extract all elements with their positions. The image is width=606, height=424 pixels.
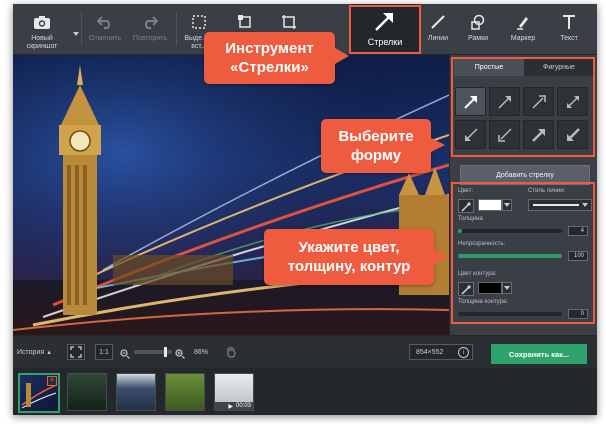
history-thumbnail[interactable]: × <box>18 373 60 413</box>
text-tool-label: Текст <box>560 35 578 42</box>
image-size-value: 854×552 <box>416 348 444 356</box>
tool-callout-pointer <box>335 48 349 64</box>
london-night-photo <box>13 55 449 335</box>
video-duration: 00:03 <box>235 403 251 409</box>
shapes-icon <box>468 12 488 32</box>
new-screenshot-label: Новый скриншот <box>26 35 58 50</box>
new-screenshot-dropdown-arrow[interactable] <box>73 32 79 36</box>
marker-tool-button[interactable]: Маркер <box>503 4 543 54</box>
camera-icon <box>32 12 52 32</box>
text-icon <box>559 12 579 32</box>
resize-icon <box>279 12 299 32</box>
hand-icon[interactable] <box>225 345 237 363</box>
fit-to-screen-button[interactable] <box>67 344 85 360</box>
marker-icon <box>513 12 533 32</box>
undo-icon <box>95 12 115 32</box>
properties-callout: Укажите цвет, толщину, контур <box>264 229 434 285</box>
image-size-field: 854×552 i <box>409 344 473 360</box>
image-canvas[interactable] <box>13 55 449 335</box>
select-icon <box>189 12 209 32</box>
history-toggle[interactable]: История ▲ <box>17 349 52 356</box>
tool-callout: Инструмент «Стрелки» <box>204 32 335 84</box>
arrows-tool-highlight <box>349 5 421 54</box>
marker-tool-label: Маркер <box>510 35 536 42</box>
shape-grid-highlight <box>451 57 595 157</box>
zoom-slider[interactable] <box>134 347 172 357</box>
screenshot-editor-window: Новый скриншот Отменить Повторить Выде..… <box>13 4 597 415</box>
tool-callout-line1: Инструмент <box>225 40 314 57</box>
close-icon[interactable]: × <box>47 376 57 386</box>
history-thumbnails: × ▶ 00:03 <box>13 368 597 415</box>
undo-label: Отменить <box>89 35 121 42</box>
line-icon <box>428 12 448 32</box>
play-icon: ▶ <box>228 403 233 410</box>
new-screenshot-button[interactable]: Новый скриншот <box>15 4 69 54</box>
frames-tool-button[interactable]: Рамки <box>459 4 497 54</box>
redo-icon <box>140 12 160 32</box>
crop-icon <box>235 12 255 32</box>
history-thumbnail[interactable] <box>165 373 205 411</box>
shape-callout: Выберите форму <box>321 119 431 173</box>
zoom-in-icon[interactable] <box>175 346 185 364</box>
toolbar-divider <box>176 12 177 46</box>
lines-tool-label: Линии <box>427 35 449 42</box>
tool-callout-line2: «Стрелки» <box>230 59 309 76</box>
chevron-up-icon: ▲ <box>46 350 53 356</box>
zoom-slider-knob[interactable] <box>164 347 168 357</box>
shape-callout-line2: форму <box>350 147 402 164</box>
properties-highlight <box>451 182 595 324</box>
zoom-percentage: 86% <box>194 349 209 356</box>
properties-callout-line2: толщину, контур <box>287 258 411 275</box>
actual-size-button[interactable]: 1:1 <box>95 344 113 360</box>
info-icon[interactable]: i <box>458 347 469 358</box>
shape-callout-line1: Выберите <box>338 128 414 145</box>
history-thumbnail[interactable] <box>116 373 156 411</box>
properties-callout-pointer <box>434 250 448 264</box>
history-thumbnail[interactable] <box>67 373 107 411</box>
redo-button[interactable]: Повторить <box>127 4 173 54</box>
redo-label: Повторить <box>132 35 168 42</box>
lines-tool-button[interactable]: Линии <box>419 4 457 54</box>
bottom-bar: История ▲ 1:1 86% 854×552 i Сохранить ка… <box>13 335 597 368</box>
video-duration-badge: ▶ 00:03 <box>215 402 253 410</box>
text-tool-button[interactable]: Текст <box>549 4 589 54</box>
save-as-button[interactable]: Сохранить как... <box>491 344 587 364</box>
fit-screen-icon <box>70 346 82 358</box>
history-label: История <box>17 349 45 356</box>
shape-callout-pointer <box>431 138 445 152</box>
history-thumbnail[interactable]: ▶ 00:03 <box>214 373 254 411</box>
toolbar-divider <box>81 12 82 46</box>
properties-callout-line1: Укажите цвет, <box>298 239 400 256</box>
frames-tool-label: Рамки <box>467 35 489 42</box>
zoom-out-icon[interactable] <box>120 346 130 364</box>
undo-button[interactable]: Отменить <box>85 4 125 54</box>
